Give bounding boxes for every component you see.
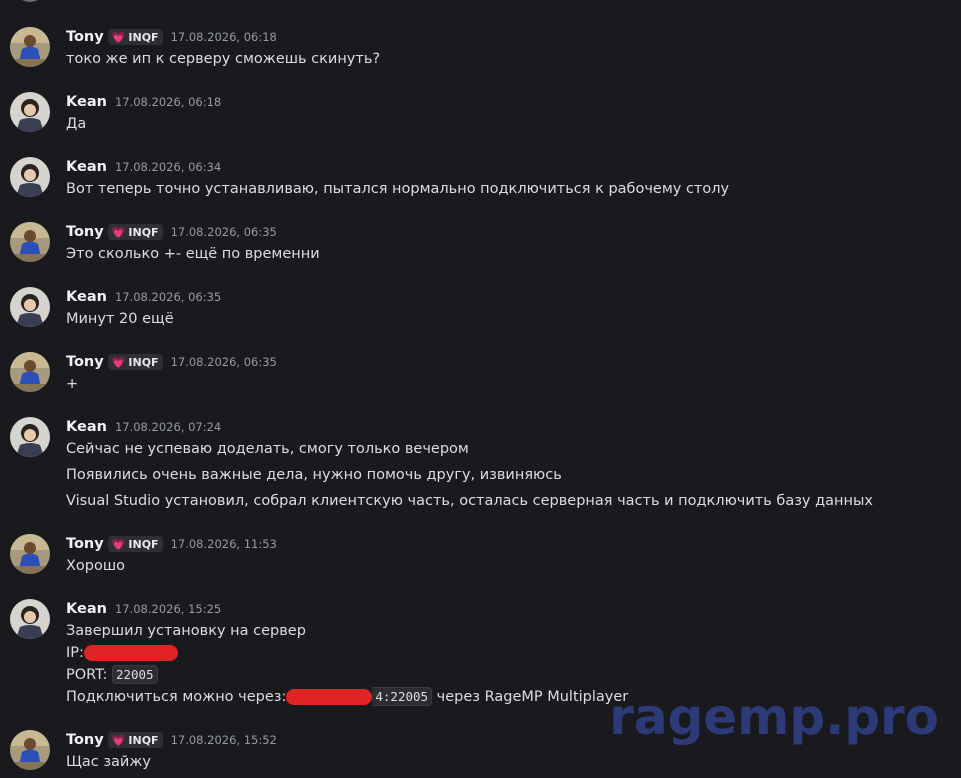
avatar-tony[interactable] [10,222,50,262]
timestamp: 17.08.2026, 06:18 [170,30,277,44]
heart-icon: 💗 [111,225,126,239]
redaction-mark [286,689,373,705]
connect-code[interactable]: 4:22005 [372,687,433,706]
timestamp: 17.08.2026, 06:35 [114,290,222,304]
avatar-image [10,222,50,262]
avatar[interactable] [14,0,46,2]
username[interactable]: Tony [66,354,104,370]
chat-log: Tony 💗 INQF 17.08.2026, 06:18 токо же ип … [0,0,961,778]
timestamp: 17.08.2026, 11:53 [170,537,277,551]
username[interactable]: Tony [66,732,104,748]
username[interactable]: Tony [66,536,104,552]
message-header: Tony 💗 INQF 17.08.2026, 15:52 [66,730,277,750]
message-header: Kean 17.08.2026, 06:18 [66,92,221,112]
message-header: Kean 17.08.2026, 06:35 [66,287,221,307]
username[interactable]: Kean [66,419,107,435]
message-text: Вот теперь точно устанавливаю, пытался н… [66,181,730,197]
username[interactable]: Kean [66,159,107,175]
avatar-image [10,27,50,67]
server-tag[interactable]: 💗 INQF [107,29,163,45]
heart-icon: 💗 [111,537,126,551]
timestamp: 17.08.2026, 06:35 [170,355,277,369]
timestamp: 17.08.2026, 07:24 [114,420,222,434]
server-tag[interactable]: 💗 INQF [107,224,163,240]
message-header: Tony 💗 INQF 17.08.2026, 06:35 [66,222,277,242]
username[interactable]: Kean [66,94,107,110]
avatar-kean[interactable] [10,157,50,197]
port-label: PORT: [66,667,108,683]
port-code[interactable]: 22005 [111,665,158,684]
message-text: Минут 20 ещё [66,311,174,327]
message-header: Tony 💗 INQF 17.08.2026, 06:18 [66,27,277,47]
connect-tail: через RageMP Multiplayer [436,689,629,705]
message-text: Завершил установку на сервер [66,623,306,639]
avatar-image [10,417,50,457]
message-text: + [66,376,79,392]
username[interactable]: Tony [66,29,104,45]
server-tag-label: INQF [128,355,159,369]
heart-icon: 💗 [111,30,126,44]
avatar-image [10,157,50,197]
heart-icon: 💗 [111,355,126,369]
server-tag[interactable]: 💗 INQF [107,354,163,370]
avatar-tony[interactable] [10,27,50,67]
avatar-kean[interactable] [10,92,50,132]
ip-label: IP: [66,645,84,661]
timestamp: 17.08.2026, 06:35 [170,225,277,239]
username[interactable]: Kean [66,601,107,617]
timestamp: 17.08.2026, 06:34 [114,160,222,174]
redaction-mark [83,645,178,661]
avatar-image [10,730,50,770]
message-text: Хорошо [66,558,126,574]
message-text: токо же ип к серверу сможешь скинуть? [66,51,381,67]
avatar-image [10,534,50,574]
server-tag[interactable]: 💗 INQF [107,536,163,552]
message-text: Visual Studio установил, собрал клиентск… [66,493,874,509]
avatar-tony[interactable] [10,352,50,392]
message-header: Kean 17.08.2026, 15:25 [66,599,221,619]
port-line: PORT: 22005 [66,664,628,686]
avatar-image [10,287,50,327]
server-tag-label: INQF [128,733,159,747]
message-header: Tony 💗 INQF 17.08.2026, 11:53 [66,534,277,554]
username[interactable]: Kean [66,289,107,305]
avatar-image [10,92,50,132]
message-text: Это сколько +- ещё по временни [66,246,320,262]
timestamp: 17.08.2026, 06:18 [114,95,222,109]
avatar-kean[interactable] [10,599,50,639]
heart-icon: 💗 [111,733,126,747]
connect-label: Подключиться можно через: [66,689,287,705]
message-text: Щас зайжу [66,754,151,770]
timestamp: 17.08.2026, 15:52 [170,733,277,747]
avatar-kean[interactable] [10,417,50,457]
timestamp: 17.08.2026, 15:25 [114,602,222,616]
avatar-kean[interactable] [10,287,50,327]
avatar-image [10,352,50,392]
connect-line: Подключиться можно через: 4:22005 через R… [66,686,628,708]
server-tag-label: INQF [128,30,159,44]
message-header: Kean 17.08.2026, 06:34 [66,157,221,177]
ip-line: IP: [66,642,628,664]
avatar-tony[interactable] [10,730,50,770]
message-text: Да [66,116,87,132]
message-text: Сейчас не успеваю доделать, смогу только… [66,441,469,457]
message-text: Появились очень важные дела, нужно помоч… [66,467,562,483]
message-header: Kean 17.08.2026, 07:24 [66,417,221,437]
watermark: ragemp.pro [609,688,939,746]
server-tag-label: INQF [128,225,159,239]
avatar-image [10,599,50,639]
server-tag[interactable]: 💗 INQF [107,732,163,748]
avatar-tony[interactable] [10,534,50,574]
server-tag-label: INQF [128,537,159,551]
message-header: Tony 💗 INQF 17.08.2026, 06:35 [66,352,277,372]
username[interactable]: Tony [66,224,104,240]
